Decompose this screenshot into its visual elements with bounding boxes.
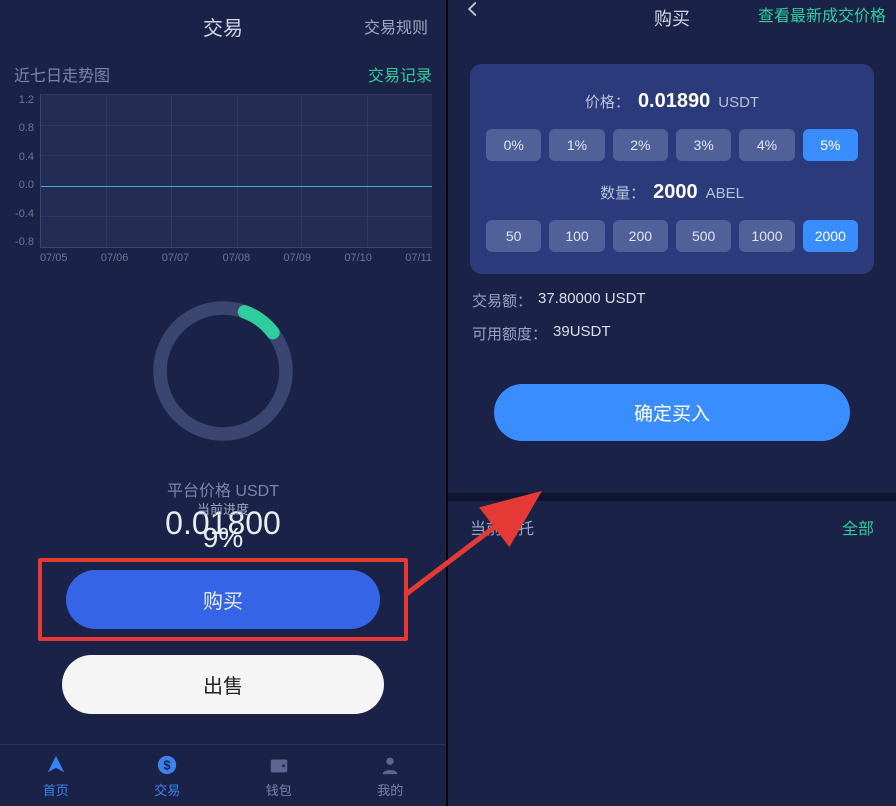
latest-price-link[interactable]: 查看最新成交价格 bbox=[758, 2, 886, 26]
chip-qty-5[interactable]: 2000 bbox=[803, 220, 858, 252]
chip-qty-3[interactable]: 500 bbox=[676, 220, 731, 252]
qty-input-value: 2000 bbox=[653, 181, 698, 204]
available-label: 可用额度： bbox=[472, 323, 547, 344]
chip-qty-2[interactable]: 200 bbox=[613, 220, 668, 252]
price-unit: USDT bbox=[718, 94, 759, 111]
chip-pct-1[interactable]: 1% bbox=[549, 129, 604, 161]
progress-value: 9% bbox=[203, 522, 243, 554]
chart-title: 近七日走势图 bbox=[14, 62, 110, 86]
tab-home[interactable]: 首页 bbox=[0, 745, 112, 806]
summary-info: 交易额： 37.80000 USDT 可用额度： 39USDT bbox=[448, 290, 896, 344]
tab-wallet[interactable]: 钱包 bbox=[223, 745, 335, 806]
entrust-section: 当前委托 全部 bbox=[448, 493, 896, 553]
chip-pct-5[interactable]: 5% bbox=[803, 129, 858, 161]
chip-qty-1[interactable]: 100 bbox=[549, 220, 604, 252]
chip-pct-0[interactable]: 0% bbox=[486, 129, 541, 161]
chip-qty-0[interactable]: 50 bbox=[486, 220, 541, 252]
buy-header: 购买 查看最新成交价格 bbox=[448, 0, 896, 36]
header: 交易 交易规则 bbox=[0, 0, 446, 52]
chip-qty-4[interactable]: 1000 bbox=[739, 220, 794, 252]
progress-ring: 当前进度 9% bbox=[0, 274, 446, 461]
records-link[interactable]: 交易记录 bbox=[368, 62, 432, 86]
percentage-chips: 0% 1% 2% 3% 4% 5% bbox=[486, 129, 858, 161]
sell-button[interactable]: 出售 bbox=[62, 655, 384, 714]
chip-pct-3[interactable]: 3% bbox=[676, 129, 731, 161]
chip-pct-2[interactable]: 2% bbox=[613, 129, 668, 161]
qty-input-label: 数量： bbox=[600, 182, 645, 203]
qty-unit: ABEL bbox=[706, 185, 744, 202]
tab-mine[interactable]: 我的 bbox=[335, 745, 447, 806]
wallet-icon bbox=[267, 753, 291, 777]
chip-pct-4[interactable]: 4% bbox=[739, 129, 794, 161]
all-link[interactable]: 全部 bbox=[842, 515, 874, 539]
rules-link[interactable]: 交易规则 bbox=[364, 14, 428, 38]
tab-bar: 首页 $ 交易 钱包 我的 bbox=[0, 744, 446, 806]
user-icon bbox=[378, 753, 402, 777]
buy-title: 购买 bbox=[654, 5, 690, 31]
quantity-chips: 50 100 200 500 1000 2000 bbox=[486, 220, 858, 252]
y-axis: 1.2 0.8 0.4 0.0 -0.4 -0.8 bbox=[10, 94, 40, 248]
subheader: 近七日走势图 交易记录 bbox=[0, 52, 446, 94]
svg-text:$: $ bbox=[164, 757, 171, 772]
page-title: 交易 bbox=[203, 12, 243, 41]
progress-label: 当前进度 bbox=[197, 499, 249, 518]
tab-trade[interactable]: $ 交易 bbox=[112, 745, 224, 806]
back-icon[interactable] bbox=[464, 0, 482, 23]
available-value: 39USDT bbox=[553, 323, 611, 344]
price-input-label: 价格： bbox=[585, 91, 630, 112]
home-icon bbox=[44, 753, 68, 777]
x-axis: 07/05 07/06 07/07 07/08 07/09 07/10 07/1… bbox=[10, 248, 432, 264]
entrust-label: 当前委托 bbox=[470, 515, 534, 539]
trend-chart: 1.2 0.8 0.4 0.0 -0.4 -0.8 bbox=[0, 94, 446, 274]
price-input-value: 0.01890 bbox=[638, 90, 710, 113]
chart-series-line bbox=[41, 186, 432, 188]
confirm-buy-button[interactable]: 确定买入 bbox=[494, 384, 850, 441]
buy-form-card: 价格： 0.01890 USDT 0% 1% 2% 3% 4% 5% 数量： 2… bbox=[470, 64, 874, 274]
amount-label: 交易额： bbox=[472, 290, 532, 311]
amount-value: 37.80000 USDT bbox=[538, 290, 646, 311]
trade-icon: $ bbox=[155, 753, 179, 777]
